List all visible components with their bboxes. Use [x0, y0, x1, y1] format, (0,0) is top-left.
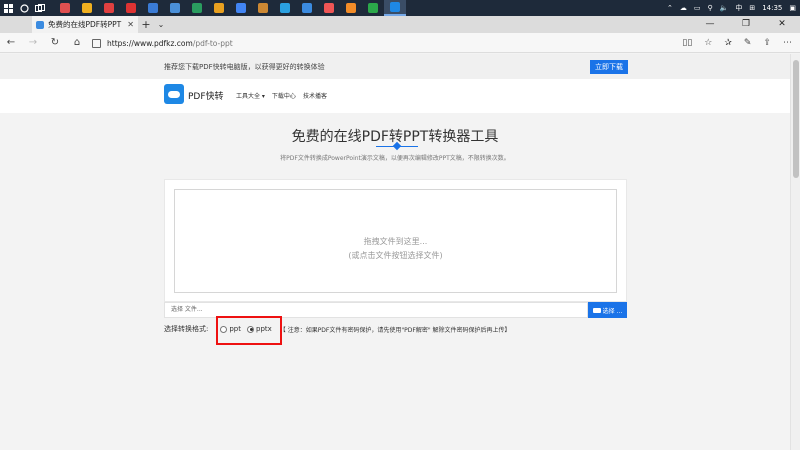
nav-item-tools[interactable]: 工具大全 ▾: [236, 91, 265, 100]
reading-view-icon[interactable]: ▯▯: [682, 38, 692, 48]
taskbar-app-icon[interactable]: [164, 0, 186, 16]
download-now-button[interactable]: 立即下载: [590, 60, 628, 74]
ime-indicator[interactable]: 中: [735, 3, 742, 13]
highlight-box: [216, 316, 282, 345]
taskbar-app-icon[interactable]: [186, 0, 208, 16]
format-label: 选择转换格式:: [164, 325, 209, 333]
windows-start-icon[interactable]: [0, 0, 16, 16]
volume-icon[interactable]: 🔈: [720, 4, 729, 12]
taskbar-app-icon[interactable]: [296, 0, 318, 16]
url-host: https://www.pdfkz.com: [107, 38, 193, 48]
cloud-logo-icon[interactable]: [164, 84, 184, 104]
brand-name[interactable]: PDF快转: [188, 89, 224, 102]
home-button[interactable]: ⌂: [66, 37, 88, 48]
choose-file-label: 选择 ...: [602, 307, 623, 315]
page-scrollbar[interactable]: [790, 54, 800, 450]
choose-file-button[interactable]: 选择 ...: [588, 302, 627, 318]
site-header: PDF快转 工具大全 ▾ 下载中心 技术播客: [0, 79, 790, 113]
new-tab-button[interactable]: +: [138, 18, 154, 31]
taskbar: ⌃ ☁ ▭ ⚲ 🔈 中 ⊞ 14:35 ▣: [0, 0, 800, 16]
taskbar-app-icon[interactable]: [362, 0, 384, 16]
file-dropzone[interactable]: 拖拽文件到这里... (或点击文件按钮选择文件): [174, 189, 617, 293]
password-note: 【 注意：如果PDF文件有密码保护，请先使用"PDF解密" 解除文件密码保护后再…: [279, 326, 511, 334]
taskbar-app-icon[interactable]: [98, 0, 120, 16]
minimize-button[interactable]: —: [692, 16, 728, 33]
refresh-button[interactable]: ↻: [44, 37, 66, 48]
favorite-star-icon[interactable]: ☆: [704, 38, 712, 48]
page-subtitle: 将PDF文件转换成PowerPoint演示文稿，以便再次编辑修改PPT文稿，不限…: [280, 155, 510, 162]
upload-card: 拖拽文件到这里... (或点击文件按钮选择文件): [164, 179, 627, 302]
browser-tab[interactable]: 免费的在线PDF转PPT - ✕: [32, 16, 138, 33]
site-nav: 工具大全 ▾ 下载中心 技术播客: [236, 91, 327, 100]
cloud-icon[interactable]: ☁: [680, 4, 687, 12]
taskbar-app-icon[interactable]: [252, 0, 274, 16]
lock-icon: [92, 38, 101, 48]
promo-text: 推荐您下载PDF快转电脑版，以获得更好的转换体验: [164, 63, 325, 71]
url-path: /pdf-to-ppt: [192, 38, 233, 48]
taskbar-apps: [54, 0, 406, 16]
share-icon[interactable]: ⇪: [763, 38, 771, 48]
taskbar-app-icon[interactable]: [340, 0, 362, 16]
taskbar-app-icon[interactable]: [120, 0, 142, 16]
taskbar-app-icon[interactable]: [318, 0, 340, 16]
taskbar-app-icon[interactable]: [54, 0, 76, 16]
tab-list-chevron-icon[interactable]: ⌄: [154, 20, 168, 29]
notes-icon[interactable]: ✎: [744, 38, 752, 48]
ime-mode-icon[interactable]: ⊞: [749, 4, 755, 12]
tab-strip: 免费的在线PDF转PPT - ✕ + ⌄ — ❐ ✕: [0, 16, 800, 33]
taskbar-app-icon[interactable]: [274, 0, 296, 16]
nav-item-blog[interactable]: 技术播客: [303, 91, 327, 100]
dropzone-subhint: (或点击文件按钮选择文件): [348, 251, 443, 260]
browser-toolbar: ▯▯ ☆ ✰ ✎ ⇪ ⋯: [682, 33, 792, 53]
taskbar-app-icon[interactable]: [230, 0, 252, 16]
close-window-button[interactable]: ✕: [764, 16, 800, 33]
maximize-button[interactable]: ❐: [728, 16, 764, 33]
taskbar-app-icon[interactable]: [142, 0, 164, 16]
folder-icon: [592, 307, 601, 313]
dropzone-hint: 拖拽文件到这里...: [363, 237, 428, 246]
clock[interactable]: 14:35: [762, 4, 782, 12]
forward-button[interactable]: →: [22, 37, 44, 48]
battery-icon[interactable]: ▭: [694, 4, 701, 12]
notifications-icon[interactable]: ▣: [789, 4, 796, 12]
tray-chevron-icon[interactable]: ⌃: [667, 4, 673, 12]
promo-bar: 推荐您下载PDF快转电脑版，以获得更好的转换体验 立即下载: [0, 54, 790, 79]
page-viewport: 推荐您下载PDF快转电脑版，以获得更好的转换体验 立即下载 PDF快转 工具大全…: [0, 54, 790, 450]
close-tab-icon[interactable]: ✕: [127, 20, 134, 29]
network-icon[interactable]: ⚲: [707, 4, 712, 12]
favorites-hub-icon[interactable]: ✰: [724, 38, 732, 48]
system-tray: ⌃ ☁ ▭ ⚲ 🔈 中 ⊞ 14:35 ▣: [667, 0, 796, 16]
taskbar-app-icon[interactable]: [384, 0, 406, 16]
window-controls: — ❐ ✕: [692, 16, 800, 33]
address-bar[interactable]: https://www.pdfkz.com/pdf-to-ppt: [92, 36, 672, 50]
nav-item-downloads[interactable]: 下载中心: [272, 91, 296, 100]
cortana-icon[interactable]: [16, 0, 32, 16]
taskbar-app-icon[interactable]: [208, 0, 230, 16]
navigation-bar: ← → ↻ ⌂ https://www.pdfkz.com/pdf-to-ppt…: [0, 33, 800, 53]
favicon-icon: [36, 20, 44, 29]
more-menu-icon[interactable]: ⋯: [783, 38, 792, 48]
tab-title: 免费的在线PDF转PPT -: [48, 20, 125, 29]
task-view-icon[interactable]: [32, 0, 48, 16]
taskbar-app-icon[interactable]: [76, 0, 98, 16]
back-button[interactable]: ←: [0, 37, 22, 48]
scrollbar-thumb[interactable]: [793, 60, 799, 178]
